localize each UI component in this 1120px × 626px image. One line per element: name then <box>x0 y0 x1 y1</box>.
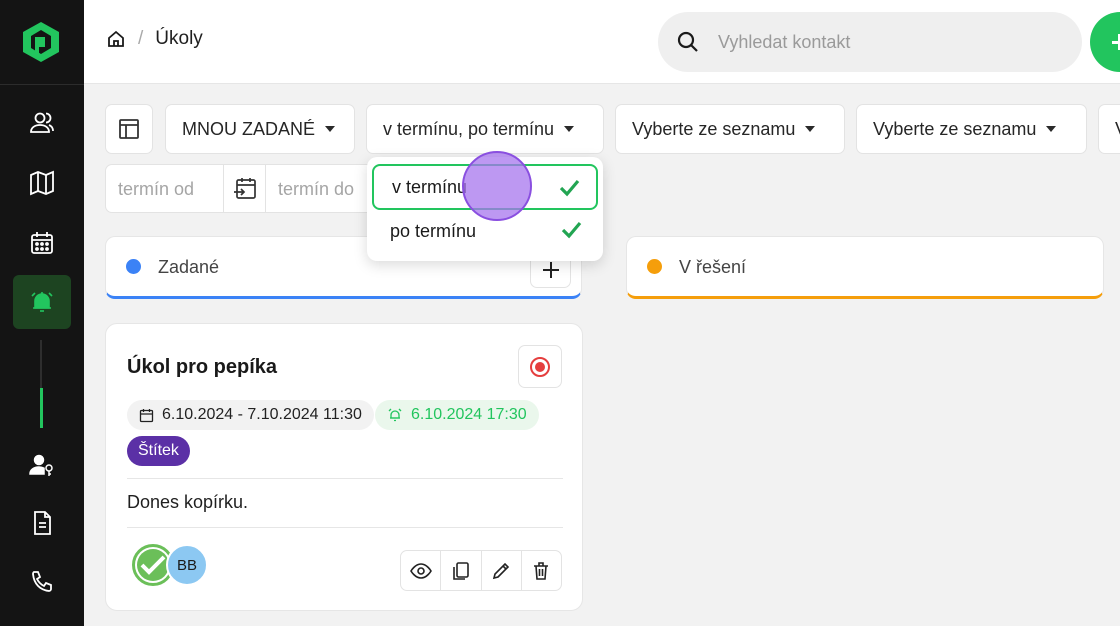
list-filter-label-3: V <box>1115 119 1120 140</box>
copy-button[interactable] <box>441 551 482 590</box>
chevron-down-icon <box>564 126 575 132</box>
task-tag: Štítek <box>127 436 190 466</box>
sidebar-item-user-access[interactable] <box>13 438 71 492</box>
alarm-bell-icon <box>388 408 402 422</box>
assigned-filter-label: MNOU ZADANÉ <box>182 118 316 139</box>
deadline-filter-select[interactable]: v termínu, po termínu <box>366 104 604 154</box>
view-button[interactable] <box>401 551 442 590</box>
option-label: v termínu <box>392 176 468 197</box>
list-filter-select-1[interactable]: Vyberte ze seznamu <box>615 104 845 154</box>
record-icon <box>530 356 550 377</box>
date-range-button[interactable] <box>223 165 266 212</box>
task-reminder: 6.10.2024 17:30 <box>411 406 527 423</box>
sidebar-item-calls[interactable] <box>13 555 71 609</box>
sidebar-item-contacts[interactable] <box>13 96 71 150</box>
task-description: Dones kopírku. <box>127 492 249 512</box>
calendar-arrow-icon <box>233 177 256 199</box>
search-icon <box>677 31 698 52</box>
check-icon <box>559 179 580 197</box>
top-header: / Úkoly <box>84 0 1120 84</box>
users-icon <box>30 112 54 133</box>
search-input[interactable] <box>718 27 1058 57</box>
breadcrumb-current: Úkoly <box>155 28 203 49</box>
option-label: po termínu <box>390 220 477 241</box>
list-filter-select-2[interactable]: Vyberte ze seznamu <box>856 104 1087 154</box>
chevron-down-icon <box>1046 126 1057 132</box>
check-icon <box>561 221 582 239</box>
search-bar[interactable] <box>658 12 1082 72</box>
sidebar-scroll-thumb[interactable] <box>40 388 43 428</box>
deadline-filter-label: v termínu, po termínu <box>383 118 555 139</box>
pencil-icon <box>493 562 510 579</box>
map-icon <box>30 170 54 196</box>
card-divider <box>127 527 563 528</box>
calendar-icon <box>139 408 154 422</box>
status-dot <box>126 259 141 274</box>
avatar[interactable]: BB <box>166 544 208 586</box>
column-title: V řešení <box>679 257 747 277</box>
list-filter-label-2: Vyberte ze seznamu <box>873 118 1037 139</box>
list-filter-label-1: Vyberte ze seznamu <box>632 118 796 139</box>
date-from-input[interactable] <box>118 177 218 201</box>
sidebar-divider <box>0 84 84 85</box>
task-actions <box>400 550 562 591</box>
dropdown-option-overdue[interactable]: po termínu <box>372 208 598 254</box>
sidebar-item-map[interactable] <box>13 156 71 210</box>
app-logo[interactable] <box>20 20 62 64</box>
sidebar-item-documents[interactable] <box>13 496 71 550</box>
sidebar-item-calendar[interactable] <box>13 216 71 270</box>
check-icon <box>140 555 166 575</box>
deadline-dropdown-menu: v termínu po termínu <box>367 157 603 261</box>
task-date-range: 6.10.2024 - 7.10.2024 11:30 <box>162 406 362 423</box>
breadcrumb: / Úkoly <box>106 28 203 50</box>
list-filter-select-3[interactable]: V <box>1098 104 1120 154</box>
calendar-icon <box>31 232 53 254</box>
table-view-button[interactable] <box>105 104 153 154</box>
sidebar-item-tasks[interactable] <box>13 275 71 329</box>
task-card[interactable]: Úkol pro pepíka 6.10.2024 - 7.10.2024 11… <box>105 323 583 611</box>
user-key-icon <box>29 454 53 476</box>
dropdown-option-on-time[interactable]: v termínu <box>372 164 598 210</box>
delete-button[interactable] <box>522 551 561 590</box>
column-header-in-progress: V řešení <box>626 236 1104 299</box>
task-title: Úkol pro pepíka <box>127 356 278 378</box>
column-title: Zadané <box>158 257 220 277</box>
trash-icon <box>534 561 549 580</box>
document-icon <box>34 511 51 535</box>
alarm-bell-icon <box>31 292 53 312</box>
date-range-filter <box>105 164 395 213</box>
table-icon <box>119 119 139 139</box>
chevron-down-icon <box>325 126 336 132</box>
add-button[interactable] <box>1090 12 1120 72</box>
status-dot <box>647 259 662 274</box>
edit-button[interactable] <box>482 551 522 590</box>
breadcrumb-separator: / <box>138 28 144 49</box>
eye-icon <box>409 562 432 579</box>
phone-icon <box>32 571 52 592</box>
home-icon[interactable] <box>106 29 126 49</box>
chevron-down-icon <box>805 126 816 132</box>
assigned-filter-select[interactable]: MNOU ZADANÉ <box>165 104 355 154</box>
copy-icon <box>453 561 469 580</box>
task-date-range-chip: 6.10.2024 - 7.10.2024 11:30 <box>127 400 374 430</box>
sidebar <box>0 0 84 626</box>
card-divider <box>127 478 563 479</box>
task-reminder-chip: 6.10.2024 17:30 <box>375 400 539 430</box>
record-button[interactable] <box>518 345 562 388</box>
